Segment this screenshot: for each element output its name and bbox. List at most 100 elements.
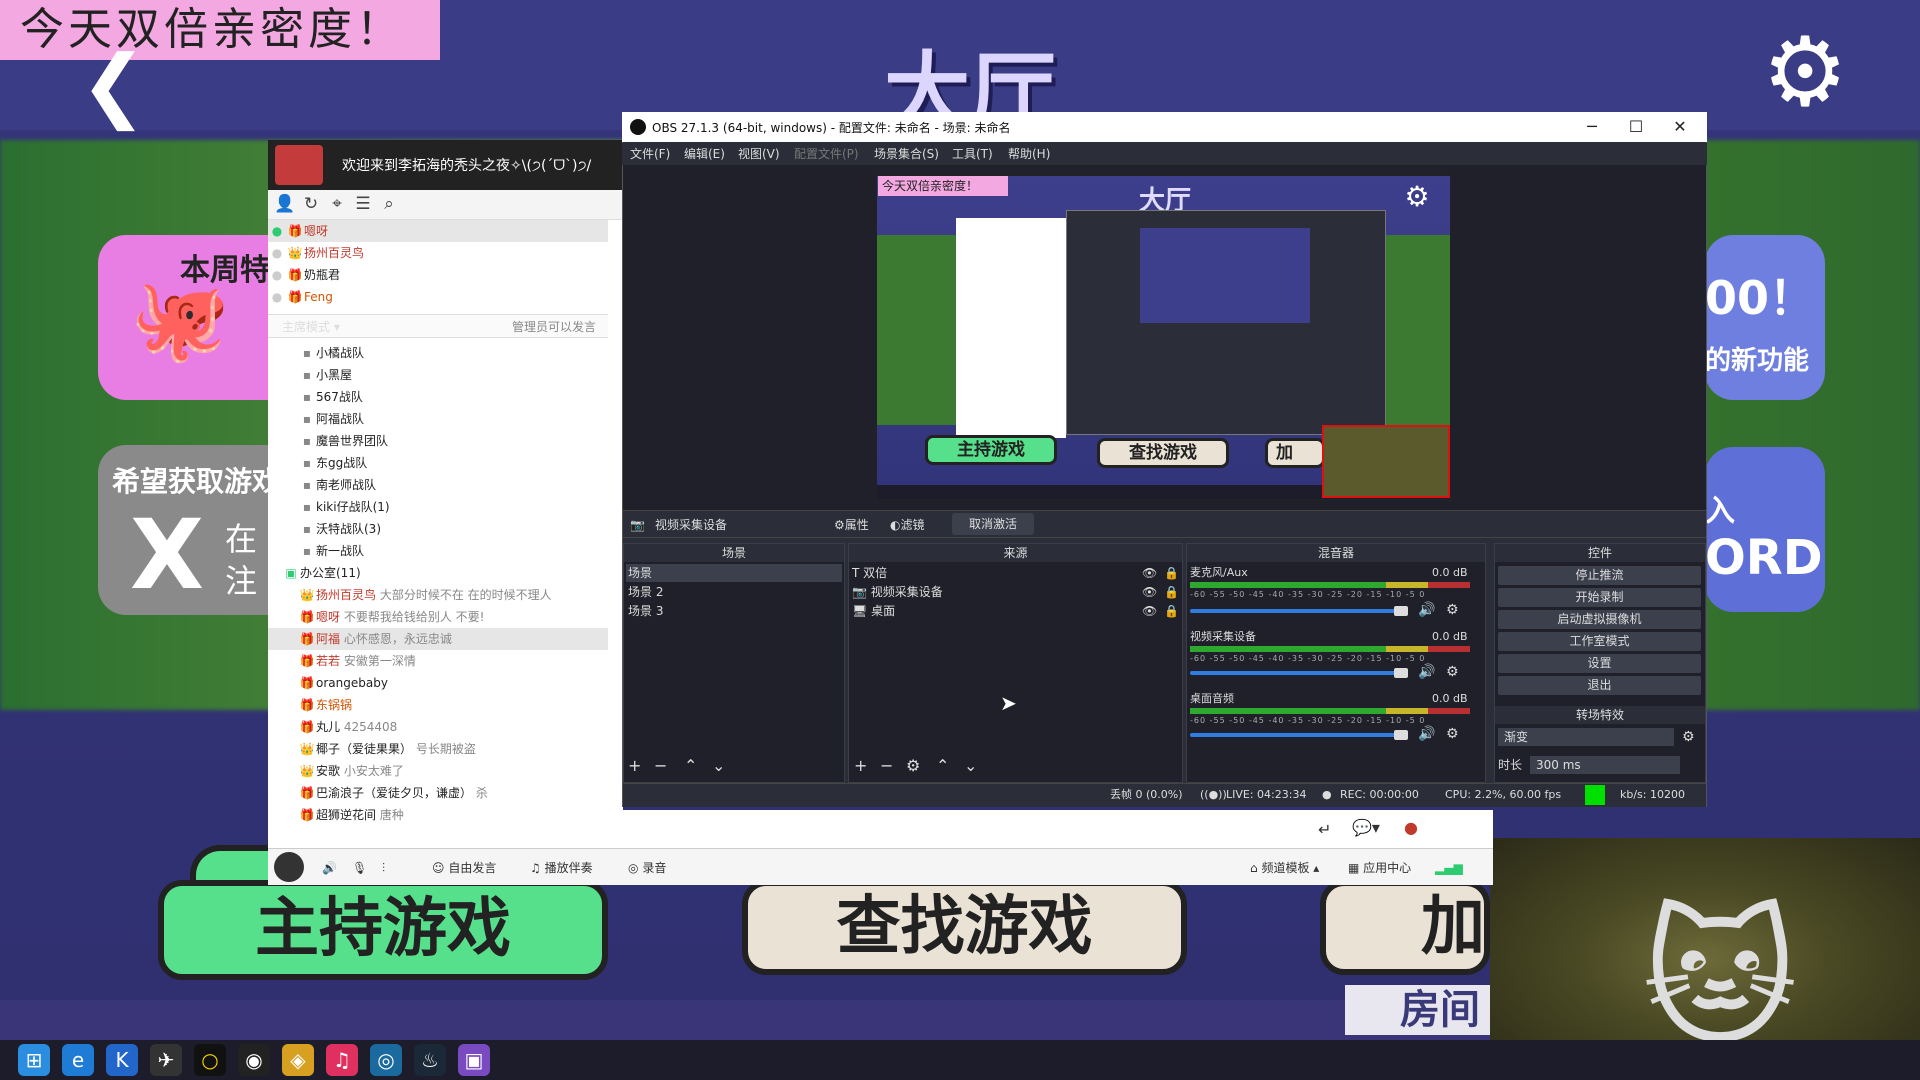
list-item[interactable]: ● 🎁 嗯呀 (268, 220, 608, 242)
paper-plane-app-icon[interactable]: ✈ (150, 1044, 182, 1076)
channel-item[interactable]: ▪ 沃特战队(3) (268, 518, 608, 540)
remove-source-icon[interactable]: − (880, 755, 893, 777)
channel-item[interactable]: ▪ kiki仔战队(1) (268, 496, 608, 518)
transition-type-select[interactable]: 渐变 (1498, 728, 1674, 746)
member-row[interactable]: 👑 扬州百灵鸟 大部分时候不在 在的时候不理人 (268, 584, 608, 606)
channel-item[interactable]: ▪ 南老师战队 (268, 474, 608, 496)
channel-item[interactable]: ▪ 东gg战队 (268, 452, 608, 474)
source-settings-icon[interactable]: ⚙ (906, 755, 920, 777)
equalizer-icon[interactable]: ⫶ (382, 858, 385, 878)
scene-item[interactable]: 场景 2 (626, 583, 842, 601)
visibility-eye-icon[interactable]: 👁 (1142, 602, 1157, 620)
speaker-icon[interactable]: 🔊 (1418, 665, 1435, 679)
back-arrow-icon[interactable]: ❮ (80, 45, 160, 125)
channel-item[interactable]: ▪ 小橘战队 (268, 342, 608, 364)
join-game-button[interactable]: 加 (1320, 880, 1490, 975)
record-mic-icon[interactable]: ● (1404, 818, 1426, 840)
visibility-eye-icon[interactable]: 👁 (1142, 564, 1157, 582)
mixer-gear-icon[interactable]: ⚙ (1446, 727, 1459, 741)
volume-slider-knob[interactable] (1394, 606, 1408, 616)
menu-view[interactable]: 视图(V) (738, 146, 780, 162)
studio-mode-button[interactable]: 工作室模式 (1498, 632, 1701, 651)
mixer-gear-icon[interactable]: ⚙ (1446, 603, 1459, 617)
volume-slider[interactable] (1190, 609, 1400, 613)
game-app-icon[interactable]: ▣ (458, 1044, 490, 1076)
enter-icon[interactable]: ↵ (1318, 820, 1338, 840)
volume-slider-knob[interactable] (1394, 668, 1408, 678)
member-row[interactable]: 🎁 若若 安徽第一深情 (268, 650, 608, 672)
netease-music-icon[interactable]: ♫ (326, 1044, 358, 1076)
close-icon[interactable]: ✕ (1658, 114, 1702, 140)
yellow-ring-app-icon[interactable]: ○ (194, 1044, 226, 1076)
member-row[interactable]: 🎁 丸儿 4254408 (268, 716, 608, 738)
channel-item[interactable]: ▪ 魔兽世界团队 (268, 430, 608, 452)
refresh-icon[interactable]: ↻ (300, 193, 322, 215)
member-row[interactable]: 👑 椰子（爱徒果果） 号长期被盗 (268, 738, 608, 760)
speaker-icon[interactable]: 🔊 (1418, 603, 1435, 617)
remove-scene-icon[interactable]: − (654, 755, 667, 777)
volume-slider[interactable] (1190, 671, 1400, 675)
lock-icon[interactable]: 🔒 (1164, 564, 1179, 582)
menu-file[interactable]: 文件(F) (630, 146, 670, 162)
menu-help[interactable]: 帮助(H) (1008, 146, 1050, 162)
menu-edit[interactable]: 编辑(E) (684, 146, 725, 162)
lock-icon[interactable]: 🔒 (1164, 602, 1179, 620)
play-music-button[interactable]: ♫ 播放伴奏 (530, 858, 593, 878)
member-row[interactable]: 🎁 巴渝浪子（爱徒夕贝，谦虚） 杀 (268, 782, 608, 804)
k-app-icon[interactable]: K (106, 1044, 138, 1076)
settings-button[interactable]: 设置 (1498, 654, 1701, 673)
source-item[interactable]: 🖥 桌面 👁 🔒 (852, 602, 1180, 620)
maximize-icon[interactable]: ☐ (1614, 114, 1658, 140)
microphone-icon[interactable]: 🎙 (352, 858, 367, 878)
preview-webcam-selected[interactable] (1322, 425, 1450, 498)
transition-gear-icon[interactable]: ⚙ (1682, 728, 1702, 746)
scene-down-icon[interactable]: ⌄ (712, 755, 725, 777)
exit-button[interactable]: 退出 (1498, 676, 1701, 695)
menu-tools[interactable]: 工具(T) (952, 146, 993, 162)
duration-input[interactable]: 300 ms (1530, 756, 1680, 774)
start-recording-button[interactable]: 开始录制 (1498, 588, 1701, 607)
free-speech-button[interactable]: ☺ 自由发言 (432, 858, 496, 878)
stop-streaming-button[interactable]: 停止推流 (1498, 566, 1701, 585)
scene-item[interactable]: 场景 3 (626, 602, 842, 620)
filters-button[interactable]: ◐滤镜 (890, 516, 925, 534)
source-item[interactable]: 📷 视频采集设备 👁 🔒 (852, 583, 1180, 601)
channel-item[interactable]: ▪ 新一战队 (268, 540, 608, 562)
location-icon[interactable]: ⌖ (326, 193, 348, 215)
obs-taskbar-icon[interactable]: ◉ (238, 1044, 270, 1076)
visibility-eye-icon[interactable]: 👁 (1142, 583, 1157, 601)
speaker-icon[interactable]: 🔊 (1418, 727, 1435, 741)
channel-item[interactable]: ▣ 办公室(11) (268, 562, 608, 584)
list-item[interactable]: ● 🎁 Feng (268, 286, 608, 308)
find-game-button[interactable]: 查找游戏 (742, 880, 1187, 975)
chair-mode-dropdown[interactable]: 主席模式 ▾ (282, 320, 340, 334)
search-icon[interactable]: ⌕ (378, 193, 400, 215)
member-row[interactable]: 👑 安歌 小安太难了 (268, 760, 608, 782)
notes-icon[interactable]: ☰ (352, 193, 374, 215)
add-source-icon[interactable]: + (854, 755, 867, 777)
menu-scene-collection[interactable]: 场景集合(S) (874, 146, 939, 162)
member-row[interactable]: 🎁 东锅锅 (268, 694, 608, 716)
owl-app-icon[interactable]: ◈ (282, 1044, 314, 1076)
add-scene-icon[interactable]: + (628, 755, 641, 777)
steam-icon[interactable]: ♨ (414, 1044, 446, 1076)
app-center-button[interactable]: ▦ 应用中心 (1348, 858, 1411, 878)
edge-browser-icon[interactable]: e (62, 1044, 94, 1076)
volume-slider-knob[interactable] (1394, 730, 1408, 740)
channel-template-button[interactable]: ⌂ 频道模板 ▴ (1250, 858, 1319, 878)
blue-swirl-app-icon[interactable]: ◎ (370, 1044, 402, 1076)
channel-item[interactable]: ▪ 小黑屋 (268, 364, 608, 386)
source-item[interactable]: T 双倍 👁 🔒 (852, 564, 1180, 582)
scene-item[interactable]: 场景 (626, 564, 842, 582)
speaker-icon[interactable]: 🔊 (322, 858, 337, 878)
record-button[interactable]: ◎ 录音 (628, 858, 666, 878)
settings-gear-icon[interactable]: ⚙ (1755, 22, 1855, 122)
member-row[interactable]: 🎁 超狮逆花间 唐种 (268, 804, 608, 826)
mixer-gear-icon[interactable]: ⚙ (1446, 665, 1459, 679)
minimize-icon[interactable]: ─ (1570, 114, 1614, 140)
list-item[interactable]: ● 🎁 奶瓶君 (268, 264, 608, 286)
host-game-button[interactable]: 主持游戏 (158, 880, 608, 980)
source-down-icon[interactable]: ⌄ (964, 755, 977, 777)
list-item[interactable]: ● 👑 扬州百灵鸟 (268, 242, 608, 264)
channel-item[interactable]: ▪ 567战队 (268, 386, 608, 408)
